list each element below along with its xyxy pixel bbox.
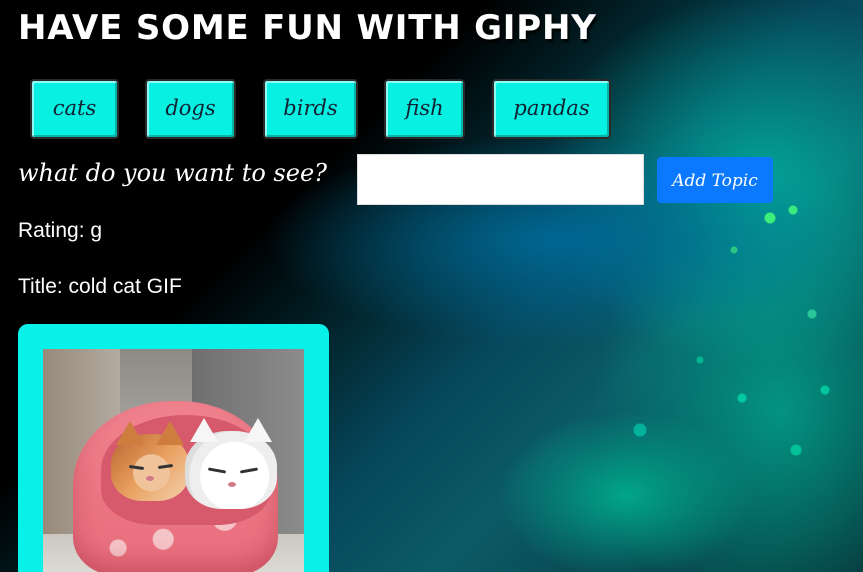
cat-eye: [239, 467, 259, 474]
topic-button-fish[interactable]: fish: [384, 79, 465, 139]
topic-input[interactable]: [357, 154, 644, 205]
cat-eye: [207, 467, 227, 474]
topic-button-cats[interactable]: cats: [30, 79, 119, 139]
page-title: HAVE SOME FUN WITH GIPHY: [18, 8, 597, 48]
cat-eye: [157, 463, 174, 470]
topic-button-dogs[interactable]: dogs: [145, 79, 236, 139]
gif-card[interactable]: [18, 324, 329, 572]
topic-prompt-label: what do you want to see?: [18, 159, 328, 187]
gif-rating: Rating: g: [18, 219, 103, 242]
cats-in-blanket-gif[interactable]: [43, 349, 304, 572]
cat-nose: [228, 482, 236, 487]
gif-title: Title: cold cat GIF: [18, 275, 182, 298]
white-cat: [185, 418, 277, 509]
add-topic-button[interactable]: Add Topic: [657, 157, 773, 203]
topic-button-birds[interactable]: birds: [263, 79, 358, 139]
orange-cat: [111, 421, 189, 501]
giphy-page: HAVE SOME FUN WITH GIPHY cats dogs birds…: [0, 0, 863, 572]
topic-button-pandas[interactable]: pandas: [492, 79, 611, 139]
cat-nose: [146, 476, 154, 481]
cat-eye: [128, 464, 145, 471]
